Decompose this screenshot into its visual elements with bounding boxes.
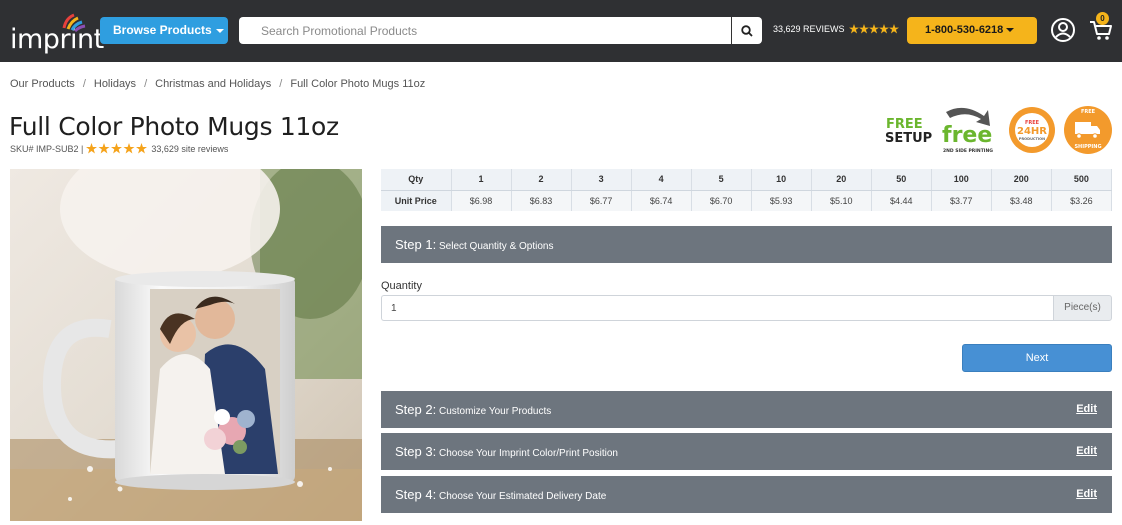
step-4-header[interactable]: Step 4: Choose Your Estimated Delivery D… [381,476,1112,513]
step-3-header[interactable]: Step 3: Choose Your Imprint Color/Print … [381,433,1112,470]
step-label: Customize Your Products [438,406,552,417]
star-rating-icon [848,24,899,34]
photo-mug-image [10,169,362,521]
search-icon [741,24,753,37]
qty-cell: 3 [571,169,632,191]
price-cell: $6.98 [451,190,512,211]
breadcrumb-separator: / [144,78,148,90]
next-button[interactable]: Next [962,344,1112,372]
price-cell: $6.70 [691,190,752,211]
qty-cell: 4 [631,169,692,191]
qty-cell: 10 [751,169,812,191]
page-title: Full Color Photo Mugs 11oz [9,112,339,141]
user-account-icon[interactable] [1050,17,1076,43]
imprint-logo[interactable]: imprint [10,12,104,55]
step-number: Step 1: [395,237,437,252]
price-cell: $4.44 [871,190,932,211]
reviews-count: 33,629 REVIEWS [773,24,845,34]
product-sku: SKU# IMP-SUB2 | [10,143,84,154]
product-meta: SKU# IMP-SUB2 | 33,629 site reviews [10,143,228,154]
logo-arcs-icon [62,13,86,32]
price-table: Qty 1 2 3 4 5 10 20 50 100 200 500 Unit … [381,169,1113,211]
free-setup-badge: FREE SETUP [885,117,932,146]
step-2-edit-link[interactable]: Edit [1076,391,1097,428]
step-number: Step 4: [395,487,437,502]
price-cell: $6.74 [631,190,692,211]
phone-number-label: 1-800-530-6218 [925,24,1004,36]
caret-down-icon [1006,28,1015,33]
reviews-summary[interactable]: 33,629 REVIEWS [773,24,899,34]
couple-photo [150,289,280,474]
free-setup-top: FREE [886,117,923,132]
browse-products-label: Browse Products [113,23,212,37]
step-1-header[interactable]: Step 1: Select Quantity & Options [381,226,1112,263]
step-number: Step 3: [395,444,437,459]
24hr-production-badge: FREE 24HR PRODUCTION [1009,107,1055,153]
price-cell: $6.77 [571,190,632,211]
star-rating-icon[interactable] [86,143,148,154]
search-input[interactable] [239,17,731,44]
breadcrumb: Our Products / Holidays / Christmas and … [10,78,425,90]
top-navigation-bar: imprint Browse Products 33,629 REVIEWS [0,0,1122,62]
step-2-header[interactable]: Step 2: Customize Your Products Edit [381,391,1112,428]
qty-cell: 100 [931,169,992,191]
product-image[interactable] [10,169,362,521]
free-shipping-badge: FREE SHIPPING [1064,106,1112,154]
step-3-edit-link[interactable]: Edit [1076,433,1097,470]
breadcrumb-christmas-and-holidays[interactable]: Christmas and Holidays [155,78,271,90]
qty-cell: 5 [691,169,752,191]
browse-products-button[interactable]: Browse Products [100,17,228,44]
breadcrumb-our-products[interactable]: Our Products [10,78,75,90]
search-button[interactable] [731,17,762,44]
breadcrumb-separator: / [279,78,283,90]
step-label: Choose Your Imprint Color/Print Position [438,448,618,459]
qty-cell: 20 [811,169,872,191]
unit-price-row: Unit Price $6.98 $6.83 $6.77 $6.74 $6.70… [381,190,1113,211]
shipping-label: SHIPPING [1074,144,1101,150]
free-second-side-badge: free 2ND SIDE PRINTING [942,107,993,154]
24hr-production: PRODUCTION [1019,137,1045,141]
qty-cell: 2 [511,169,572,191]
breadcrumb-separator: / [82,78,86,90]
step-number: Step 2: [395,402,437,417]
qty-cell: 500 [1051,169,1113,191]
second-side-label: 2ND SIDE PRINTING [943,148,993,154]
step-label: Choose Your Estimated Delivery Date [438,491,607,502]
phone-number-button[interactable]: 1-800-530-6218 [907,17,1037,44]
unit-price-label: Unit Price [381,190,452,211]
quantity-input[interactable] [381,295,1053,321]
qty-cell: 50 [871,169,932,191]
breadcrumb-current: Full Color Photo Mugs 11oz [290,78,426,90]
qty-cell: 1 [451,169,512,191]
cart-count-badge: 0 [1096,12,1109,25]
search-bar [239,17,762,44]
price-cell: $6.83 [511,190,572,211]
shipping-free: FREE [1081,109,1096,115]
price-cell: $3.26 [1051,190,1113,211]
qty-cell: 200 [991,169,1052,191]
price-cell: $5.93 [751,190,812,211]
24hr-label: 24HR [1017,126,1047,137]
caret-down-icon [215,28,224,33]
qty-label: Qty [381,169,452,191]
site-reviews-link[interactable]: 33,629 site reviews [151,144,228,154]
free-setup-bottom: SETUP [885,131,932,146]
step-4-edit-link[interactable]: Edit [1076,476,1097,513]
quantity-unit: Piece(s) [1053,295,1112,321]
step-label: Select Quantity & Options [438,241,554,252]
promo-badges: FREE SETUP free 2ND SIDE PRINTING FREE 2… [885,106,1112,154]
price-cell: $5.10 [811,190,872,211]
breadcrumb-holidays[interactable]: Holidays [94,78,136,90]
quantity-label: Quantity [381,280,422,292]
free-word: free [942,123,992,148]
price-cell: $3.77 [931,190,992,211]
qty-row: Qty 1 2 3 4 5 10 20 50 100 200 500 [381,169,1113,191]
reviews-stars [848,24,899,34]
price-cell: $3.48 [991,190,1052,211]
